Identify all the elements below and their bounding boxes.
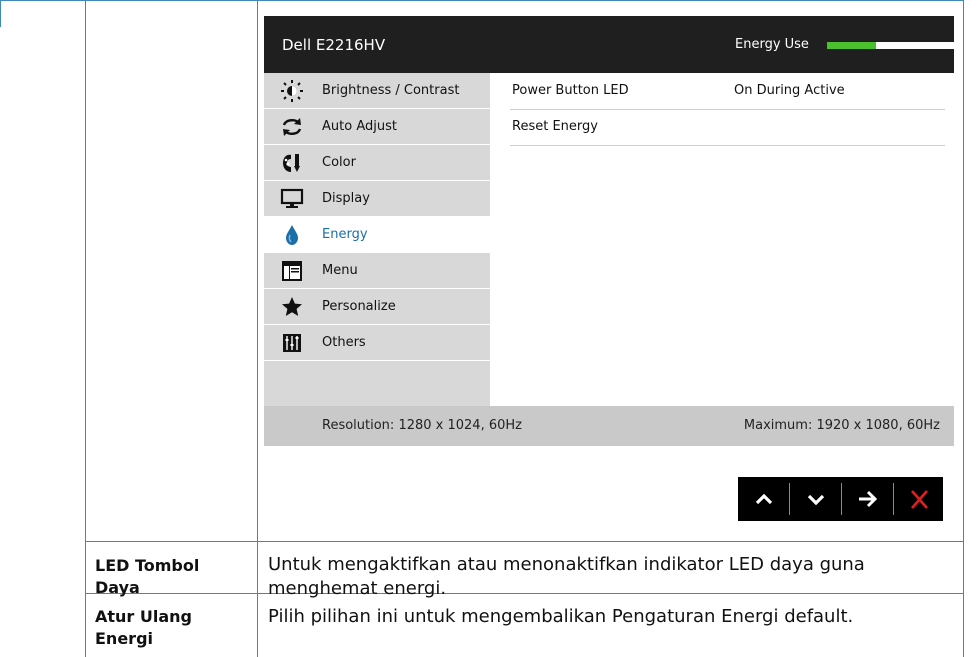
menu-item-personalize[interactable]: Personalize [264, 289, 490, 325]
menu-item-label: Color [322, 155, 356, 170]
up-button[interactable] [738, 477, 789, 521]
color-palette-icon [280, 151, 304, 175]
osd-button-bar [738, 477, 943, 521]
setting-name: Power Button LED [512, 83, 629, 98]
menu-item-energy[interactable]: Energy [264, 217, 490, 253]
sun-icon [280, 79, 304, 103]
table-border [0, 0, 1, 27]
energy-settings-panel: Power Button LED On During Active Reset … [490, 73, 954, 406]
energy-use-meter-fill [827, 42, 877, 49]
description-text: Untuk mengaktifkan atau menonaktifkan in… [268, 554, 865, 599]
menu-window-icon [280, 259, 304, 283]
menu-item-label: Brightness / Contrast [322, 83, 460, 98]
monitor-model-title: Dell E2216HV [282, 36, 386, 54]
osd-menu: Dell E2216HV Energy Use Brightness / Con… [264, 16, 957, 446]
table-border [85, 0, 86, 657]
current-resolution: Resolution: 1280 x 1024, 60Hz [322, 418, 522, 433]
menu-item-label: Menu [322, 263, 358, 278]
sliders-icon [280, 331, 304, 355]
exit-button[interactable] [893, 477, 944, 521]
down-button[interactable] [790, 477, 841, 521]
setting-name: Reset Energy [512, 119, 598, 134]
description-text: Pilih pilihan ini untuk mengembalikan Pe… [268, 606, 854, 627]
setting-row-reset-energy[interactable]: Reset Energy [510, 109, 945, 146]
star-icon [280, 295, 304, 319]
energy-drop-icon [280, 223, 304, 247]
energy-use-label: Energy Use [735, 37, 809, 52]
menu-item-label: Personalize [322, 299, 396, 314]
setting-value: On During Active [734, 83, 845, 98]
menu-item-label: Others [322, 335, 366, 350]
osd-header: Dell E2216HV Energy Use [264, 16, 957, 73]
menu-item-color[interactable]: Color [264, 145, 490, 181]
menu-item-label: Auto Adjust [322, 119, 397, 134]
maximum-resolution: Maximum: 1920 x 1080, 60Hz [743, 418, 940, 433]
enter-button[interactable] [842, 477, 893, 521]
menu-item-label: Display [322, 191, 370, 206]
auto-adjust-icon [280, 115, 304, 139]
description-term: Atur Ulang Energi [95, 607, 192, 648]
table-border [0, 0, 964, 1]
osd-footer: Resolution: 1280 x 1024, 60Hz Maximum: 1… [264, 406, 954, 446]
table-border [85, 541, 964, 542]
setting-row-power-button-led[interactable]: Power Button LED On During Active [510, 73, 945, 110]
energy-use-meter [827, 42, 957, 49]
table-border [257, 0, 258, 657]
menu-item-display[interactable]: Display [264, 181, 490, 217]
description-term: LED Tombol Daya [95, 556, 200, 597]
table-border [963, 0, 964, 657]
menu-item-brightness-contrast[interactable]: Brightness / Contrast [264, 73, 490, 109]
osd-sidebar-menu: Brightness / Contrast Auto Adjust Color … [264, 73, 490, 406]
monitor-icon [280, 187, 304, 211]
menu-item-menu[interactable]: Menu [264, 253, 490, 289]
menu-item-others[interactable]: Others [264, 325, 490, 361]
menu-item-auto-adjust[interactable]: Auto Adjust [264, 109, 490, 145]
menu-item-label: Energy [322, 227, 368, 242]
